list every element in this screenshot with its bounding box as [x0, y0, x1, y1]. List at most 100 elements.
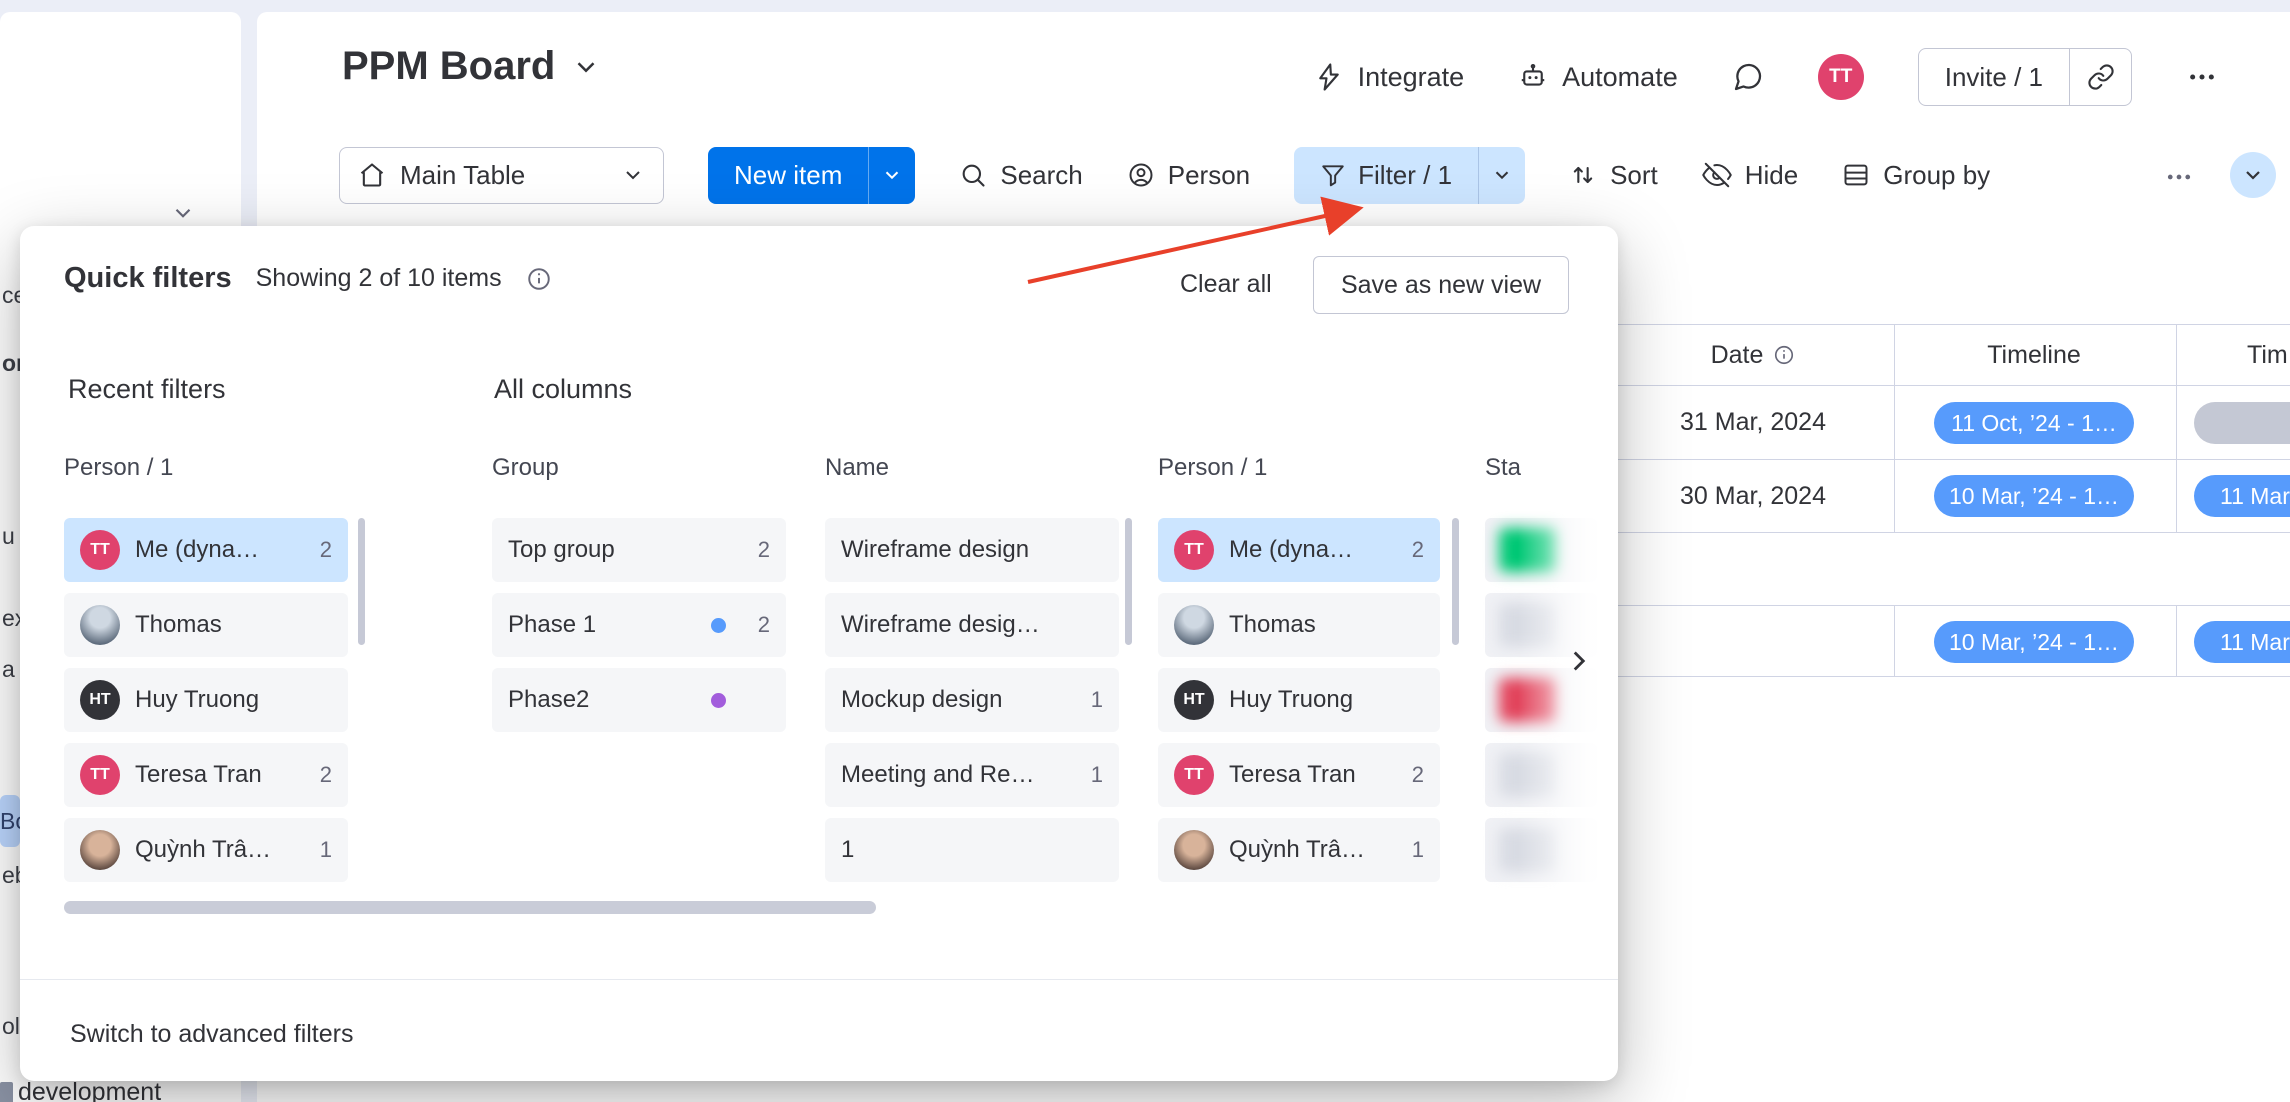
filter-option-count: 2 — [1396, 762, 1424, 788]
column-divider — [2176, 324, 2177, 533]
filter-option-person[interactable]: TT Me (dyna… 2 — [64, 518, 348, 582]
sort-arrows-icon — [1569, 161, 1597, 189]
filter-option-name[interactable]: Meeting and Re… 1 — [825, 743, 1119, 807]
scrollbar-thumb[interactable] — [1125, 518, 1132, 645]
sidebar-item-fragment[interactable]: u — [2, 523, 21, 550]
filter-option-count: 2 — [1396, 537, 1424, 563]
sidebar-item-fragment[interactable]: a — [2, 656, 21, 683]
copy-link-button[interactable] — [2069, 49, 2131, 105]
timeline-pill[interactable]: 10 Mar, ’24 - 1… — [1934, 475, 2134, 517]
search-icon — [959, 161, 987, 189]
column-header-date[interactable]: Date — [1711, 341, 1764, 370]
sidebar-collapse-icon[interactable] — [170, 200, 196, 226]
chat-button[interactable] — [1732, 61, 1764, 93]
group-by-button[interactable]: Group by — [1842, 160, 1990, 191]
board-title-chevron-down-icon[interactable] — [571, 52, 601, 82]
timeline-pill[interactable]: 11 Mar — [2194, 621, 2290, 663]
header-actions: Integrate Automate TT Invite / 1 — [1314, 48, 2218, 106]
filter-option-person[interactable]: TT Me (dyna… 2 — [1158, 518, 1440, 582]
sidebar-item-icon — [0, 1082, 13, 1102]
sidebar-item-fragment[interactable]: ce — [2, 282, 21, 309]
sidebar-item-fragment[interactable]: or — [2, 350, 21, 377]
filter-option-label: Teresa Tran — [135, 761, 262, 789]
filter-option-group[interactable]: Top group 2 — [492, 518, 786, 582]
automate-button[interactable]: Automate — [1518, 62, 1678, 93]
date-cell[interactable] — [1643, 606, 1863, 676]
filter-option-label: Huy Truong — [135, 686, 259, 714]
filter-option-name[interactable]: Wireframe desig… — [825, 593, 1119, 657]
filter-option-person[interactable]: TT Teresa Tran 2 — [1158, 743, 1440, 807]
recent-person-filter-column: TT Me (dyna… 2 Thomas HT Huy Truong TT T… — [64, 518, 348, 893]
filter-option-person[interactable]: HT Huy Truong — [64, 668, 348, 732]
group-color-dot — [711, 693, 726, 708]
board-menu-button[interactable] — [2186, 61, 2218, 93]
column-label-person: Person / 1 — [64, 454, 173, 482]
sidebar-item-development[interactable]: development — [18, 1078, 161, 1102]
board-title-row: PPM Board — [342, 44, 601, 89]
date-cell[interactable]: 30 Mar, 2024 — [1643, 460, 1863, 532]
table-row[interactable]: 31 Mar, 2024 11 Oct, ’24 - 1… — [1597, 386, 2290, 460]
group-by-label: Group by — [1883, 160, 1990, 191]
scroll-columns-right-button[interactable] — [1562, 644, 1596, 678]
sidebar-item-fragment[interactable]: eb — [2, 862, 21, 889]
person-filter-button[interactable]: Person — [1127, 160, 1250, 191]
info-icon[interactable] — [1773, 344, 1795, 366]
timeline-pill[interactable]: 11 Oct, ’24 - 1… — [1934, 402, 2134, 444]
timeline-pill-empty[interactable] — [2194, 402, 2290, 444]
filter-button[interactable]: Filter / 1 — [1294, 147, 1478, 204]
filter-option-name[interactable]: Mockup design 1 — [825, 668, 1119, 732]
save-as-new-view-button[interactable]: Save as new view — [1313, 256, 1569, 314]
filter-option-name[interactable]: 1 — [825, 818, 1119, 882]
scrollbar-thumb[interactable] — [1452, 518, 1459, 645]
filter-option-label: Quỳnh Trâ… — [135, 836, 271, 864]
popup-header: Quick filters Showing 2 of 10 items — [64, 262, 552, 295]
view-switcher-main-table[interactable]: Main Table — [339, 147, 664, 204]
new-item-button[interactable]: New item — [708, 147, 868, 204]
sort-button[interactable]: Sort — [1569, 160, 1658, 191]
filter-option-group[interactable]: Phase 1 2 — [492, 593, 786, 657]
filter-option-person[interactable]: HT Huy Truong — [1158, 668, 1440, 732]
integrate-button[interactable]: Integrate — [1314, 62, 1465, 93]
filter-option-label: Huy Truong — [1229, 686, 1353, 714]
new-item-dropdown-button[interactable] — [868, 147, 915, 204]
invite-button[interactable]: Invite / 1 — [1919, 49, 2069, 105]
switch-to-advanced-filters-link[interactable]: Switch to advanced filters — [70, 1020, 353, 1049]
date-cell[interactable]: 31 Mar, 2024 — [1643, 386, 1863, 459]
popup-footer-divider — [20, 979, 1618, 980]
column-divider — [1894, 605, 1895, 677]
info-icon[interactable] — [526, 266, 552, 292]
search-button[interactable]: Search — [959, 160, 1082, 191]
filter-funnel-icon — [1320, 162, 1346, 188]
toolbar-more-button[interactable] — [2164, 162, 2194, 192]
user-avatar[interactable]: TT — [1818, 54, 1864, 100]
hide-button[interactable]: Hide — [1702, 160, 1798, 191]
filter-dropdown-button[interactable] — [1478, 147, 1525, 204]
all-columns-heading: All columns — [494, 374, 632, 405]
timeline-pill[interactable]: 10 Mar, ’24 - 1… — [1934, 621, 2134, 663]
column-header-time-partial[interactable]: Tim — [2247, 325, 2288, 385]
filter-option-person[interactable]: Thomas — [1158, 593, 1440, 657]
person-icon — [1127, 161, 1155, 189]
column-header-timeline[interactable]: Timeline — [1934, 325, 2134, 385]
toolbar-collapse-button[interactable] — [2230, 152, 2276, 198]
filter-option-person[interactable]: Quỳnh Trâ… 1 — [64, 818, 348, 882]
scrollbar-thumb[interactable] — [358, 518, 365, 645]
filter-option-person[interactable]: Thomas — [64, 593, 348, 657]
column-label-group: Group — [492, 454, 559, 482]
table-row[interactable]: 30 Mar, 2024 10 Mar, ’24 - 1… 11 Mar — [1597, 460, 2290, 533]
timeline-pill[interactable]: 11 Mar — [2194, 475, 2290, 517]
column-label-name: Name — [825, 454, 889, 482]
sidebar-item-active-fragment[interactable]: Bo — [0, 795, 20, 847]
sidebar-item-fragment[interactable]: ex — [2, 605, 21, 632]
filter-option-name[interactable]: Wireframe design — [825, 518, 1119, 582]
filter-option-person[interactable]: Quỳnh Trâ… 1 — [1158, 818, 1440, 882]
horizontal-scrollbar-thumb[interactable] — [64, 901, 876, 914]
filter-option-group[interactable]: Phase2 — [492, 668, 786, 732]
board-title[interactable]: PPM Board — [342, 44, 555, 89]
sidebar-item-fragment[interactable]: ol — [2, 1013, 21, 1040]
table-row[interactable]: 10 Mar, ’24 - 1… 11 Mar — [1597, 605, 2290, 677]
clear-all-button[interactable]: Clear all — [1180, 270, 1272, 299]
table-header-row: Date Timeline Tim — [1597, 324, 2290, 386]
filter-option-person[interactable]: TT Teresa Tran 2 — [64, 743, 348, 807]
filter-option-count: 2 — [304, 537, 332, 563]
